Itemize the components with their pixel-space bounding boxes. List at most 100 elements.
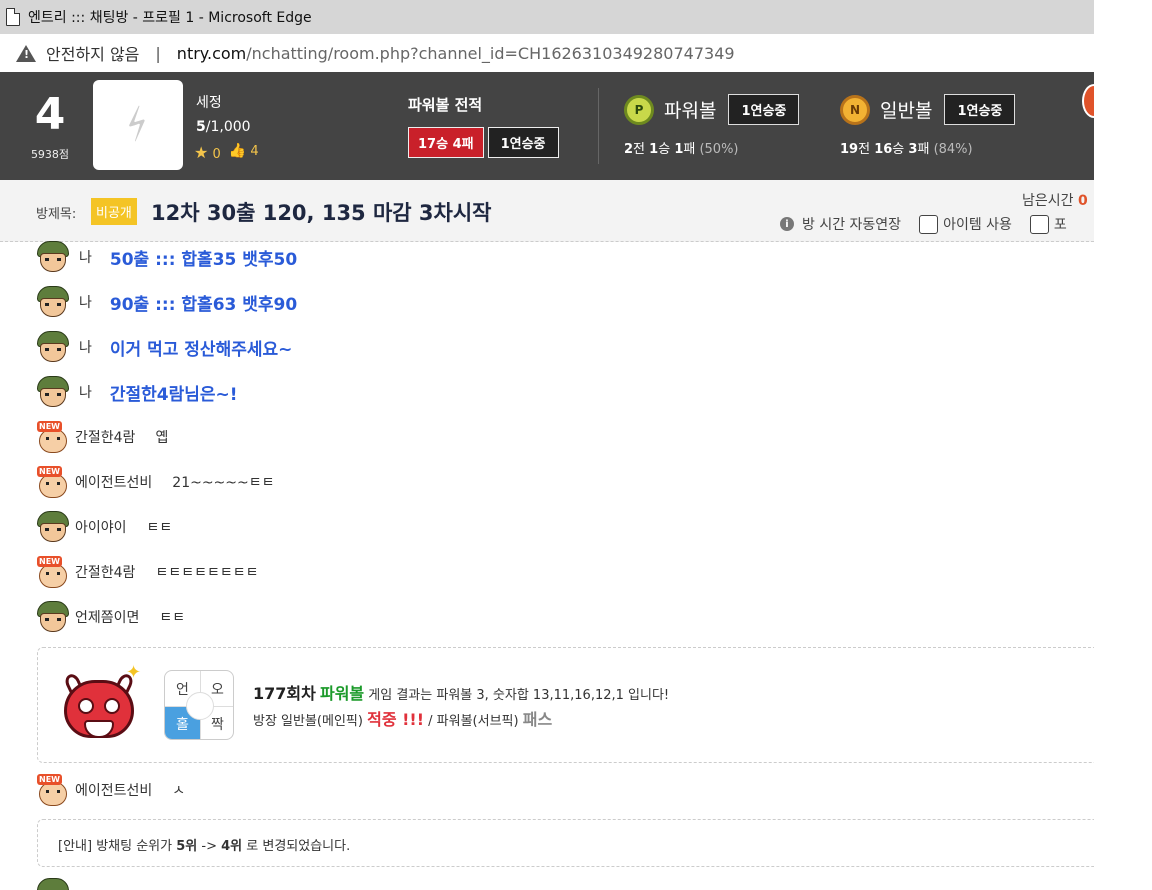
chat-message: 나 이거 먹고 정산해주세요~ [37,331,292,363]
info-icon[interactable]: i [780,217,794,231]
message-nick[interactable]: 에이전트선비 [75,780,152,800]
powerball-game[interactable]: P 파워볼 1연승중 [624,94,800,125]
round-number: 177회차 [253,684,316,703]
newbie-avatar-icon[interactable]: NEW [37,421,69,453]
losses-count: 1 [674,142,684,157]
title-bar: 엔트리 ::: 채팅방 - 프로필 1 - Microsoft Edge [0,0,1094,34]
soldier-avatar-icon[interactable] [37,331,69,363]
remaining-time-label: 남은시간 [1022,193,1074,209]
grid-center-circle [186,692,214,720]
level-number: 4 [34,89,66,140]
emblem-icon[interactable] [1082,84,1094,118]
message-text: 옙 [155,430,169,446]
chat-message: NEW 간절한4람 ㅌㅌㅌㅌㅌㅌㅌㅌ [37,556,258,588]
soldier-avatar-icon[interactable] [37,601,69,633]
new-badge: NEW [37,774,62,785]
browser-window: 엔트리 ::: 채팅방 - 프로필 1 - Microsoft Edge 안전하… [0,0,1094,890]
new-badge: NEW [37,466,62,477]
thumbs-up-icon: 👍 [228,143,247,159]
streak-badge: 1연승중 [487,127,559,158]
item-use-label[interactable]: 아이템 사용 [943,214,1012,234]
game-result-line2: 방장 일반볼(메인픽) 적중 !!! / 파워볼(서브픽) 패스 [253,706,552,730]
like-count: 4 [250,144,259,159]
powerball-record-title: 파워볼 전적 [408,96,483,114]
address-bar[interactable]: 안전하지 않음 | ntry.com/nchatting/room.php?ch… [0,34,1094,72]
games-count: 2 [624,142,634,157]
privacy-badge: 비공개 [91,198,137,225]
newbie-avatar-icon[interactable]: NEW [37,556,69,588]
message-text: 간절한4람님은~! [109,384,238,405]
window-title: 엔트리 ::: 채팅방 - 프로필 1 - Microsoft Edge [28,10,312,26]
wins-count: 1 [649,142,659,157]
message-nick[interactable]: 언제쯤이면 [75,607,139,627]
room-title-bar: 방제목: 비공개 12차 30출 120, 135 마감 3차시작 남은시간 0… [0,180,1094,242]
message-text: ㅌㅌㅌㅌㅌㅌㅌㅌ [155,565,259,581]
notice-arrow: -> [201,839,217,854]
message-text: 90출 ::: 합홀63 뱃후90 [109,294,298,315]
new-badge: NEW [37,421,62,432]
message-nick[interactable]: 간절한4람 [75,562,135,582]
soldier-avatar-icon[interactable] [37,878,69,890]
soldier-avatar-icon[interactable] [37,241,69,273]
warning-icon[interactable] [16,44,36,62]
message-nick[interactable]: 아이야이 [75,517,127,537]
game-name: 일반볼 [880,100,933,122]
main-pick-label: 방장 일반볼(메인픽) [253,714,363,729]
newbie-avatar-icon[interactable]: NEW [37,466,69,498]
sub-pick-label: / 파워볼(서브픽) [428,714,519,729]
chat-message: 나 50출 ::: 합홀35 뱃후50 [37,241,297,273]
message-text: 50출 ::: 합홀35 뱃후50 [109,249,298,270]
level-block: 4 5938점 [22,90,78,162]
wins-count: 16 [874,142,893,157]
wins-suffix: 승 [892,142,905,157]
member-count-max: /1,000 [205,119,251,135]
chat-message: 아이야이 ㅌㅌ [37,511,172,543]
level-points: 5938점 [30,148,70,161]
profile-avatar[interactable]: ⚡ [93,80,183,170]
star-icon: ★ [194,143,209,162]
soldier-avatar-icon[interactable] [37,376,69,408]
games-count: 19 [840,142,859,157]
address-separator: | [155,43,161,63]
url-path[interactable]: /nchatting/room.php?channel_id=CH1626310… [246,44,734,63]
notice-suffix: 로 변경되었습니다. [246,839,351,854]
message-nick[interactable]: 나 [79,247,92,267]
game-name: 파워볼 [319,684,365,703]
message-nick[interactable]: 나 [79,382,92,402]
losses-suffix: 패 [917,142,930,157]
message-nick[interactable]: 나 [79,337,92,357]
notice-from-rank: 5위 [176,839,198,854]
newbie-avatar-icon[interactable]: NEW [37,774,69,806]
message-nick[interactable]: 에이전트선비 [75,472,152,492]
message-nick[interactable]: 간절한4람 [75,427,135,447]
message-text: ㅌㅌ [146,520,173,536]
losses-suffix: 패 [683,142,696,157]
soldier-avatar-icon[interactable] [37,511,69,543]
chat-message-partial [37,878,69,890]
chat-message: NEW 에이전트선비 ㅅ [37,774,185,806]
game-streak-badge: 1연승중 [944,94,1016,125]
notice-prefix: [안내] 방채팅 순위가 [58,839,173,854]
message-text: ㅌㅌ [159,610,186,626]
chat-message: NEW 간절한4람 옙 [37,421,168,453]
profile-header: 4 5938점 ⚡ 세정 5/1,000 ★ 0 👍 4 파워볼 전적 17승 … [0,72,1094,180]
room-title: 12차 30출 120, 135 마감 3차시작 [151,201,492,225]
url-host[interactable]: ntry.com [177,44,246,63]
extra-option-checkbox[interactable] [1029,214,1049,234]
page-icon [6,8,20,26]
game-streak-badge: 1연승중 [728,94,800,125]
message-nick[interactable]: 나 [79,292,92,312]
username[interactable]: 세정 [196,92,222,112]
security-label[interactable]: 안전하지 않음 [46,41,139,65]
header-divider [598,88,599,164]
soldier-avatar-icon[interactable] [37,286,69,318]
extra-option-label[interactable]: 포 [1054,214,1067,234]
member-count: 5/1,000 [196,119,251,135]
chat-message: NEW 에이전트선비 21~~~~~ㅌㅌ [37,466,275,498]
chat-message: 언제쯤이면 ㅌㅌ [37,601,185,633]
win-rate: (50%) [699,142,739,157]
item-use-checkbox[interactable] [919,214,939,234]
chat-message: 나 간절한4람님은~! [37,376,238,408]
hit-label: 적중 !!! [367,710,425,729]
normalball-game[interactable]: N 일반볼 1연승중 [840,94,1016,125]
